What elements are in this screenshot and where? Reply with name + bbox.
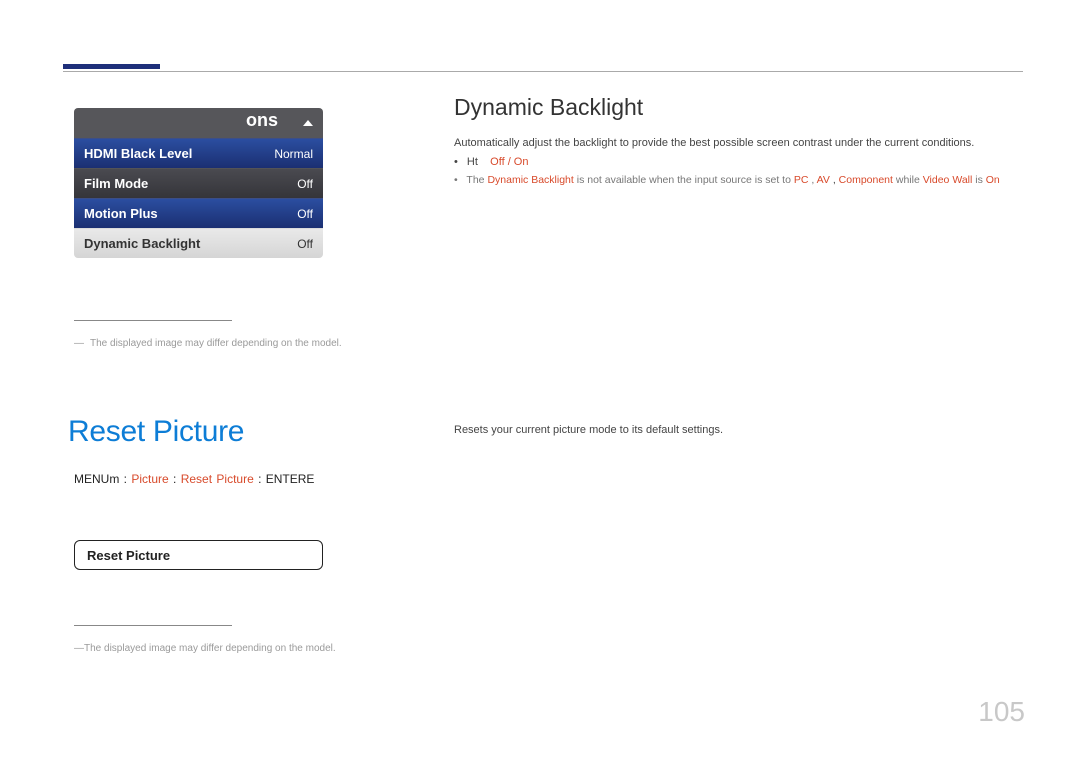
note-highlight: PC [794,174,809,186]
menu-path-menu: MENUm [74,472,119,486]
note-highlight: AV [817,174,830,186]
note-highlight: Video Wall [923,174,973,186]
dash-icon: ― [74,338,84,349]
availability-note: • The Dynamic Backlight is not available… [454,173,1000,188]
note-highlight: Component [839,174,893,186]
menu-row-value: Off [297,237,313,251]
bullet-icon: • [454,174,458,186]
note-text: is not available when the input source i… [577,174,794,186]
option-values: Off / On [490,156,528,168]
desc-dynamic-backlight: Automatically adjust the backlight to pr… [454,137,974,149]
reset-picture-button[interactable]: Reset Picture [74,540,323,570]
note-highlight: Dynamic Backlight [487,174,573,186]
menu-row-hdmi-black-level[interactable]: HDMI Black Level Normal [74,138,323,168]
option-line: • Ht Off / On [454,156,528,168]
note-highlight: On [986,174,1000,186]
menu-row-motion-plus[interactable]: Motion Plus Off [74,198,323,228]
reset-picture-button-label: Reset Picture [87,548,170,563]
menu-path-enter: ENTERE [266,472,315,486]
section-title-reset-picture: Reset Picture [68,415,244,449]
footnote-text: The displayed image may differ depending… [84,643,336,654]
footnote-text: The displayed image may differ depending… [90,338,342,349]
heading-dynamic-backlight: Dynamic Backlight [454,94,643,121]
footnote-rule-2 [74,625,232,626]
note-text: while [896,174,923,186]
manual-page: ons HDMI Black Level Normal Film Mode Of… [0,0,1080,763]
menu-row-film-mode[interactable]: Film Mode Off [74,168,323,198]
option-prefix: Ht [467,156,478,168]
menu-row-value: Normal [274,147,313,161]
desc-reset-picture: Resets your current picture mode to its … [454,424,723,436]
osd-menu: ons HDMI Black Level Normal Film Mode Of… [74,108,323,258]
menu-row-dynamic-backlight[interactable]: Dynamic Backlight Off [74,228,323,258]
menu-path: MENUm : Picture : Reset Picture : ENTERE [74,472,314,486]
footnote-rule-1 [74,320,232,321]
note-text: is [975,174,986,186]
blue-accent-bar [63,64,160,69]
note-prefix: The [466,174,487,186]
menu-path-arrow: : [258,472,266,486]
menu-row-value: Off [297,207,313,221]
footnote-1: ― The displayed image may differ dependin… [74,338,342,349]
menu-row-label: Motion Plus [84,206,158,221]
page-number: 105 [978,696,1025,728]
menu-row-value: Off [297,177,313,191]
osd-header-partial-text: ons [246,110,278,131]
footnote-2: ―The displayed image may differ dependin… [74,643,336,654]
bullet-icon: • [454,156,458,168]
menu-path-reset: Reset Picture [181,472,254,486]
dash-icon: ― [74,643,84,654]
osd-menu-header: ons [74,108,323,138]
menu-row-label: Dynamic Backlight [84,236,200,251]
menu-path-picture: Picture [131,472,168,486]
menu-row-label: Film Mode [84,176,148,191]
arrow-up-icon [303,120,313,126]
menu-row-label: HDMI Black Level [84,146,192,161]
menu-path-arrow: : [173,472,181,486]
top-horizontal-rule [63,71,1023,72]
